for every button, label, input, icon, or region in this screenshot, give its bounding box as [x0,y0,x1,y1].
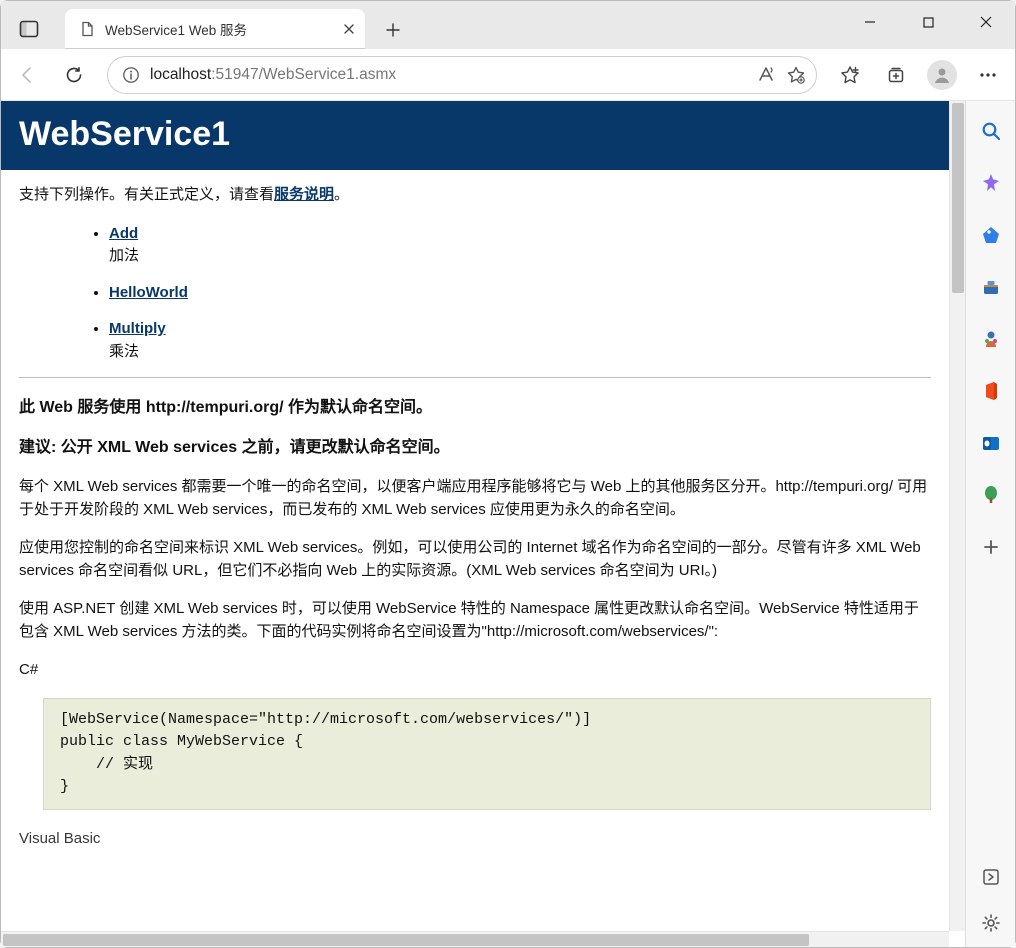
new-tab-button[interactable] [375,12,411,48]
service-title: WebService1 [19,115,931,154]
url-text: localhost:51947/WebService1.asmx [150,66,746,84]
more-button[interactable] [967,55,1009,95]
browser-tab[interactable]: WebService1 Web 服务 [65,9,365,49]
operation-desc: 加法 [109,245,931,268]
close-tab-icon[interactable] [343,23,355,35]
namespace-para-2: 应使用您控制的命名空间来标识 XML Web services。例如，可以使用公… [19,537,931,582]
operation-link-multiply[interactable]: Multiply [109,320,166,337]
shopping-icon[interactable] [977,221,1005,249]
operations-list: Add 加法 HelloWorld Multiply 乘法 [109,223,931,364]
browser-toolbar: localhost:51947/WebService1.asmx [1,49,1015,101]
browser-titlebar: WebService1 Web 服务 [1,1,1015,49]
namespace-heading: 此 Web 服务使用 http://tempuri.org/ 作为默认命名空间。 [19,396,931,420]
divider [19,377,931,378]
window-controls [841,1,1015,49]
content-viewport: WebService1 支持下列操作。有关正式定义，请查看服务说明。 Add 加… [1,101,965,947]
intro-paragraph: 支持下列操作。有关正式定义，请查看服务说明。 [19,184,931,207]
tab-actions-button[interactable] [9,12,49,46]
search-icon[interactable] [977,117,1005,145]
close-window-button[interactable] [957,1,1015,43]
browser-sidebar [965,101,1015,947]
minimize-button[interactable] [841,1,899,43]
read-aloud-icon[interactable] [756,65,776,85]
namespace-para-1: 每个 XML Web services 都需要一个唯一的命名空间，以便客户端应用… [19,476,931,521]
settings-icon[interactable] [977,909,1005,937]
operation-link-add[interactable]: Add [109,225,138,242]
operation-item: HelloWorld [109,282,931,305]
collapse-sidebar-icon[interactable] [977,863,1005,891]
operation-desc: 乘法 [109,341,931,364]
tab-title: WebService1 Web 服务 [105,19,333,39]
favorites-button[interactable] [829,55,871,95]
tools-icon[interactable] [977,273,1005,301]
tree-icon[interactable] [977,481,1005,509]
collections-button[interactable] [875,55,917,95]
add-sidebar-icon[interactable] [977,533,1005,561]
office-icon[interactable] [977,377,1005,405]
code-sample-csharp: [WebService(Namespace="http://microsoft.… [43,698,931,810]
lang-label-csharp: C# [19,659,931,682]
service-header: WebService1 [1,101,949,170]
maximize-button[interactable] [899,1,957,43]
operation-link-helloworld[interactable]: HelloWorld [109,284,188,301]
profile-avatar[interactable] [927,60,957,90]
refresh-button[interactable] [53,55,95,95]
service-description-link[interactable]: 服务说明 [274,186,334,203]
discover-icon[interactable] [977,169,1005,197]
page-icon [79,21,95,37]
operation-item: Add 加法 [109,223,931,268]
outlook-icon[interactable] [977,429,1005,457]
site-info-icon[interactable] [122,66,140,84]
namespace-advice: 建议: 公开 XML Web services 之前，请更改默认命名空间。 [19,436,931,460]
operation-item: Multiply 乘法 [109,318,931,363]
namespace-para-3: 使用 ASP.NET 创建 XML Web services 时，可以使用 We… [19,598,931,643]
lang-label-vb: Visual Basic [19,828,931,851]
horizontal-scrollbar[interactable] [1,931,949,947]
address-bar[interactable]: localhost:51947/WebService1.asmx [107,56,817,94]
page-content: WebService1 支持下列操作。有关正式定义，请查看服务说明。 Add 加… [1,101,949,931]
vertical-scrollbar[interactable] [949,101,965,931]
games-icon[interactable] [977,325,1005,353]
back-button[interactable] [7,55,49,95]
favorite-icon[interactable] [786,65,806,85]
